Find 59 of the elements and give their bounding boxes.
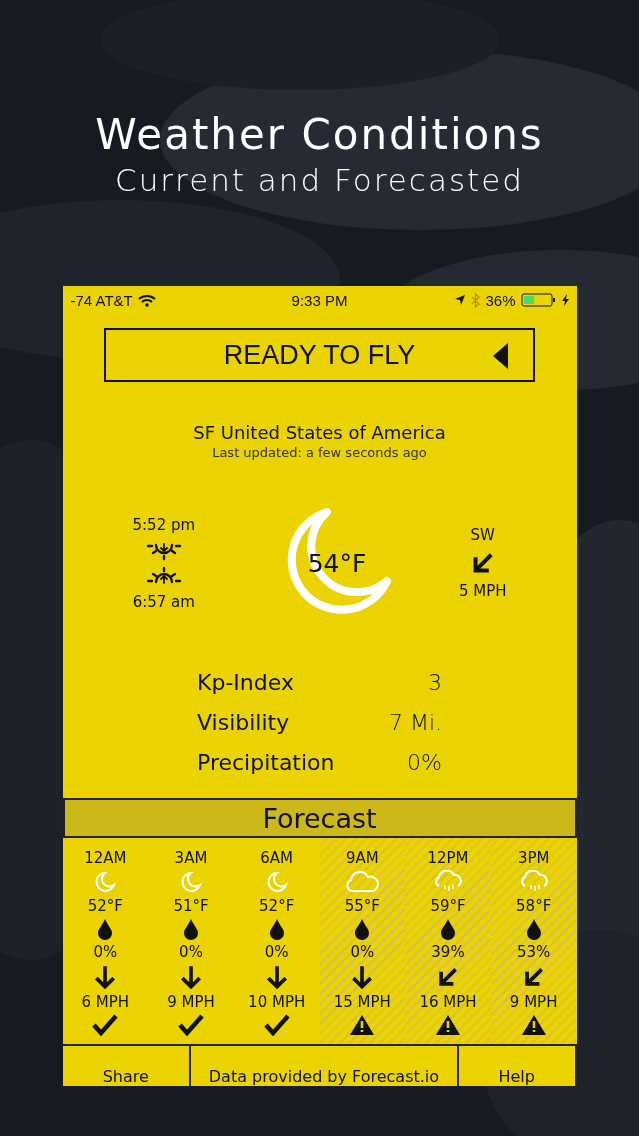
wind-arrow-icon	[178, 964, 204, 990]
precip-chance: 53%	[517, 942, 551, 962]
precip-chance: 39%	[431, 942, 465, 962]
hour-label: 12PM	[427, 848, 469, 868]
hour-temperature: 51°F	[173, 896, 209, 916]
stat-label: Visibility	[197, 709, 291, 737]
hour-temperature: 52°F	[87, 896, 123, 916]
hour-label: 6AM	[260, 848, 294, 868]
drop-icon	[525, 918, 542, 940]
drop-icon	[183, 918, 199, 940]
last-updated: Last updated: a few seconds ago	[212, 445, 427, 460]
hour-temperature: 52°F	[259, 896, 295, 916]
wind-direction: SW	[470, 526, 495, 544]
hour-temperature: 59°F	[430, 896, 466, 916]
ready-to-fly-button[interactable]: READY TO FLY	[104, 328, 535, 382]
cloud-icon	[343, 870, 382, 894]
hour-label: 12AM	[84, 848, 127, 868]
bluetooth-icon	[471, 292, 481, 308]
sunrise-time: 6:57 am	[132, 592, 195, 611]
sunset-time: 5:52 pm	[132, 515, 196, 534]
wind-speed: 9 MPH	[509, 992, 558, 1012]
precip-chance: 0%	[179, 942, 203, 962]
moon-icon	[179, 870, 203, 894]
carrier-text: -74 AT&T	[70, 291, 133, 309]
wind-speed: 6 MPH	[81, 992, 130, 1012]
charging-icon	[561, 294, 569, 306]
hour-label: 9AM	[345, 848, 379, 868]
precip-chance: 0%	[350, 942, 375, 962]
hour-label: 3AM	[174, 848, 208, 868]
stat-label: Precipitation	[197, 749, 336, 777]
drop-icon	[97, 918, 114, 940]
hour-label: 3PM	[517, 848, 550, 868]
wifi-icon	[137, 293, 156, 307]
precip-chance: 0%	[264, 942, 289, 962]
location-name: SF United States of America	[193, 422, 446, 443]
wind-speed: 5 MPH	[458, 582, 507, 600]
page-subtitle: Current and Forecasted	[115, 161, 524, 200]
stat-value: 0%	[406, 749, 442, 777]
drop-icon	[268, 918, 285, 940]
moon-icon	[93, 870, 118, 894]
wind-speed: 15 MPH	[333, 992, 391, 1012]
wind-speed: 9 MPH	[167, 992, 215, 1012]
battery-percent: 36%	[485, 291, 516, 309]
wind-speed: 10 MPH	[248, 992, 306, 1012]
location-arrow-icon	[454, 294, 467, 306]
stat-value: 7 Mi.	[388, 709, 442, 737]
precip-chance: 0%	[93, 942, 118, 962]
clock-text: 9:33 PM	[291, 291, 348, 309]
battery-icon	[520, 293, 557, 307]
wind-speed: 16 MPH	[419, 992, 477, 1012]
drop-icon	[354, 918, 371, 940]
caret-icon	[493, 343, 509, 369]
hour-temperature: 58°F	[516, 896, 552, 916]
hour-temperature: 55°F	[344, 896, 380, 916]
page-title: Weather Conditions	[95, 110, 544, 160]
drop-icon	[440, 918, 456, 940]
stat-label: Kp-Index	[197, 669, 295, 697]
stat-value: 3	[427, 669, 442, 697]
forecast-header: Forecast	[62, 798, 577, 838]
